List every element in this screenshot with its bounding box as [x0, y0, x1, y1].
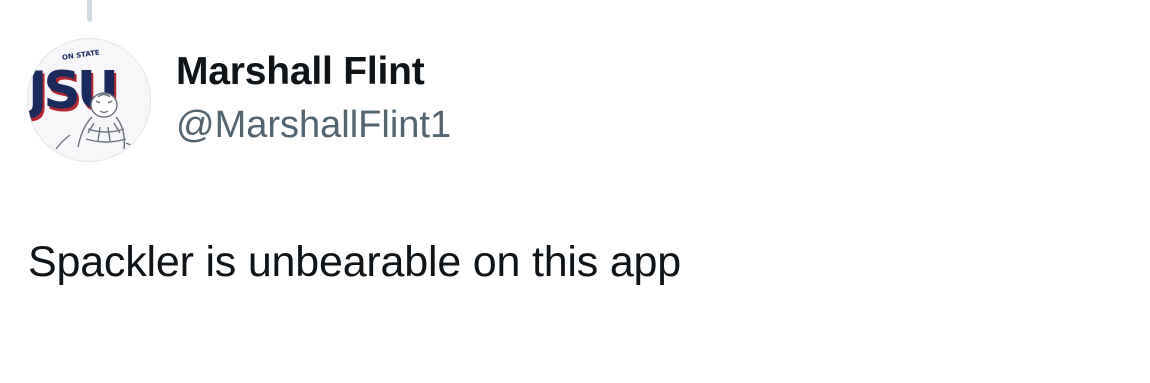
tweet-card: ON STATE JSU JSU Marshall Flint @Marshal… — [0, 0, 1150, 383]
user-handle[interactable]: @MarshallFlint1 — [176, 104, 451, 147]
display-name[interactable]: Marshall Flint — [176, 50, 425, 94]
jsu-tiger-logo-icon: ON STATE JSU JSU — [28, 49, 143, 150]
avatar-arc-text: ON STATE — [62, 49, 101, 62]
tweet-text: Spackler is unbearable on this app — [28, 238, 681, 286]
thread-connector-line — [87, 0, 92, 22]
avatar[interactable]: ON STATE JSU JSU — [27, 38, 151, 162]
